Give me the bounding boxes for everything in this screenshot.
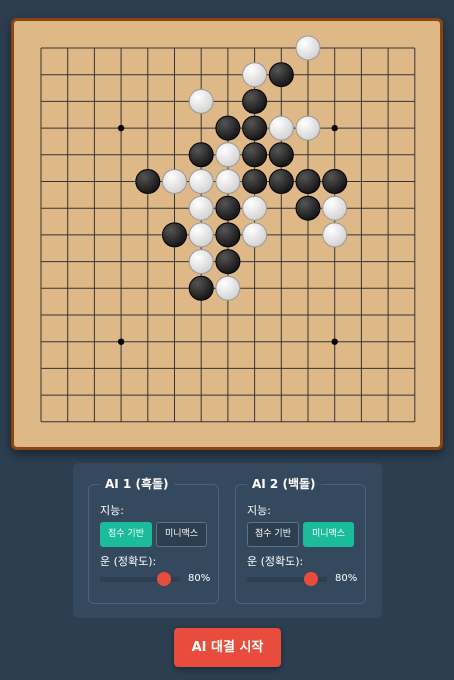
black-stone [242, 169, 268, 194]
white-stone [242, 62, 268, 88]
white-stone [295, 35, 321, 61]
black-stone [215, 249, 241, 275]
ai1-luck-slider-thumb[interactable] [157, 572, 171, 586]
black-stone [215, 115, 241, 141]
black-stone [242, 88, 268, 114]
start-ai-match-button[interactable]: AI 대결 시작 [174, 628, 281, 667]
ai1-luck-value: 80% [188, 573, 211, 584]
star-point [331, 338, 338, 345]
ai1-settings: AI 1 (흑돌) 지능: 점수 기반 미니맥스 운 (정확도): 80% [88, 476, 219, 604]
white-stone [188, 88, 214, 114]
white-stone [215, 275, 241, 301]
ai1-luck-slider-fill [100, 577, 164, 582]
ai2-title: AI 2 (백돌) [247, 476, 321, 492]
ai2-luck-slider-fill [247, 577, 311, 582]
black-stone [188, 142, 214, 168]
white-stone [322, 222, 348, 248]
white-stone [242, 222, 268, 248]
black-stone [188, 275, 214, 301]
black-stone [295, 195, 321, 221]
black-stone [135, 169, 161, 194]
ai2-luck-label: 운 (정확도): [247, 555, 304, 568]
star-point [331, 124, 338, 132]
ai1-luck-slider[interactable] [100, 572, 180, 586]
ai2-luck-slider-thumb[interactable] [304, 572, 318, 586]
white-stone [188, 195, 214, 221]
ai1-minimax-button[interactable]: 미니맥스 [156, 522, 207, 547]
black-stone [268, 62, 294, 88]
black-stone [268, 142, 294, 168]
star-point [117, 124, 125, 132]
white-stone [242, 195, 268, 221]
black-stone [322, 169, 348, 194]
white-stone [188, 222, 214, 248]
board-grid[interactable] [14, 21, 440, 447]
black-stone [268, 169, 294, 194]
ai1-title: AI 1 (흑돌) [100, 476, 174, 492]
ai2-luck-slider[interactable] [247, 572, 327, 586]
ai1-score-based-button[interactable]: 점수 기반 [100, 522, 152, 547]
ai1-luck-label: 운 (정확도): [100, 555, 157, 568]
white-stone [162, 169, 187, 194]
ai2-luck-value: 80% [335, 573, 358, 584]
black-stone [295, 169, 321, 194]
black-stone [162, 222, 187, 248]
ai2-score-based-button[interactable]: 점수 기반 [247, 522, 299, 547]
white-stone [295, 115, 321, 141]
ai2-settings: AI 2 (백돌) 지능: 점수 기반 미니맥스 운 (정확도): 80% [235, 476, 366, 604]
black-stone [242, 142, 268, 168]
white-stone [322, 195, 348, 221]
ai2-intelligence-label: 지능: [247, 504, 271, 517]
black-stone [242, 115, 268, 141]
star-point [117, 338, 125, 345]
ai1-intelligence-label: 지능: [100, 504, 124, 517]
game-board[interactable] [11, 18, 443, 450]
black-stone [215, 222, 241, 248]
white-stone [268, 115, 294, 141]
white-stone [215, 169, 241, 194]
ai2-minimax-button[interactable]: 미니맥스 [303, 522, 354, 547]
black-stone [215, 195, 241, 221]
white-stone [188, 249, 214, 275]
white-stone [188, 169, 214, 194]
white-stone [215, 142, 241, 168]
settings-panel: AI 1 (흑돌) 지능: 점수 기반 미니맥스 운 (정확도): 80% AI… [73, 463, 382, 618]
